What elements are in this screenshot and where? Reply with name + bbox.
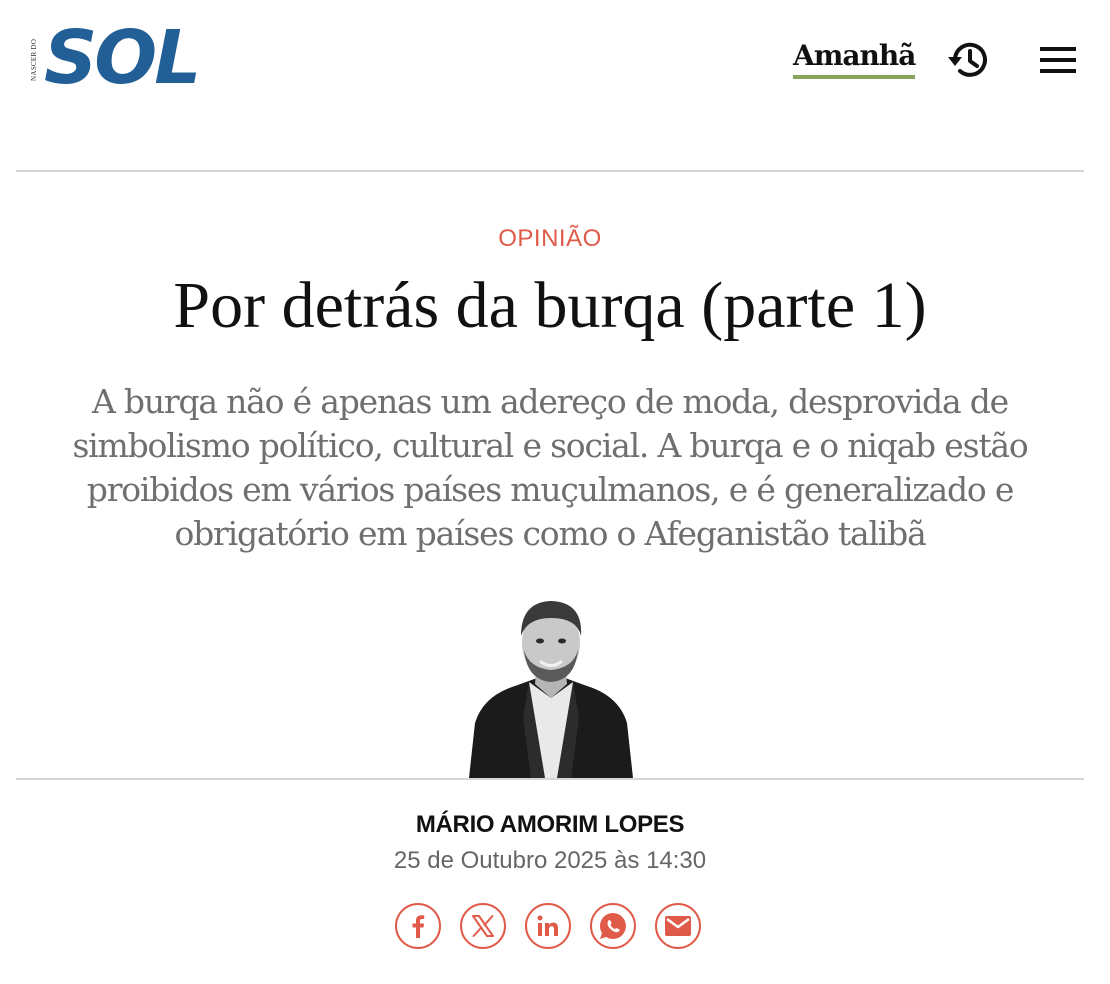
whatsapp-icon <box>599 912 626 939</box>
byline-divider <box>16 778 1084 780</box>
publish-date: 25 de Outubro 2025 às 14:30 <box>393 847 707 874</box>
history-button[interactable] <box>946 37 992 83</box>
history-icon <box>948 42 987 77</box>
facebook-icon <box>412 915 425 938</box>
site-header: NASCER DO SOL Amanhã <box>0 0 1110 170</box>
share-x-button[interactable] <box>460 903 506 949</box>
header-divider <box>16 170 1084 172</box>
hamburger-menu-icon <box>1040 47 1076 73</box>
x-icon <box>472 915 494 937</box>
share-facebook-button[interactable] <box>395 903 441 949</box>
nav-amanha-link[interactable]: Amanhã <box>793 38 916 79</box>
article-title: Por detrás da burqa (parte 1) <box>173 269 927 342</box>
email-icon <box>665 916 691 936</box>
share-bar <box>395 903 715 953</box>
linkedin-icon <box>537 915 558 936</box>
author-photo <box>465 598 637 778</box>
share-email-button[interactable] <box>655 903 701 949</box>
menu-button[interactable] <box>1038 42 1080 78</box>
share-linkedin-button[interactable] <box>525 903 571 949</box>
share-whatsapp-button[interactable] <box>590 903 636 949</box>
article-lead: A burqa não é apenas um adereço de moda,… <box>72 382 1028 553</box>
author-name[interactable]: MÁRIO AMORIM LOPES <box>0 810 1100 840</box>
logo-wordmark: SOL <box>44 15 201 101</box>
logo-small-text: NASCER DO <box>30 38 38 82</box>
site-logo[interactable]: NASCER DO SOL <box>30 16 210 100</box>
article-category[interactable]: OPINIÃO <box>0 224 1100 254</box>
